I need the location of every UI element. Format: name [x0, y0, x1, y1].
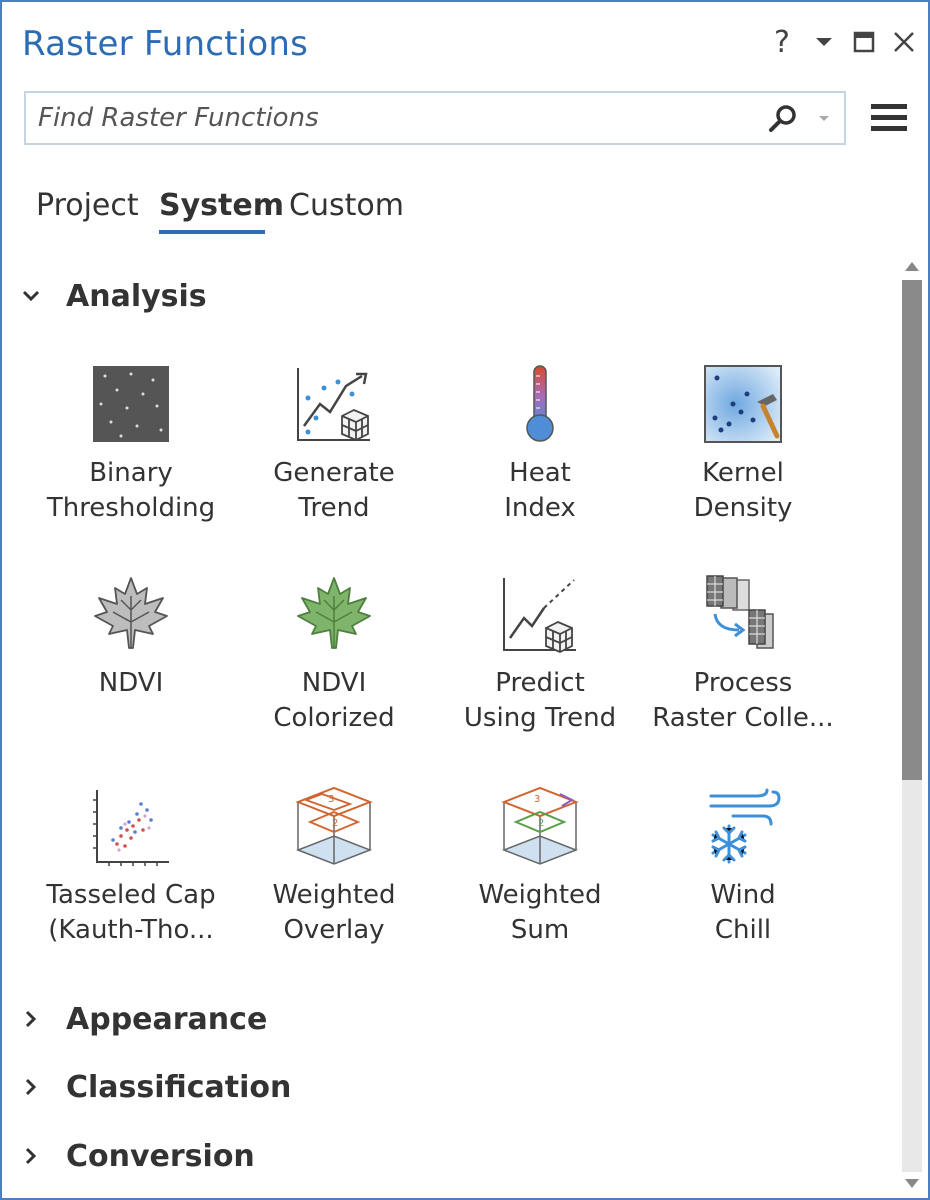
- raster-functions-pane: Raster Functions ? Project System Custom…: [0, 0, 930, 1200]
- function-label: NDVI Colorized: [273, 668, 395, 733]
- function-label: Generate Trend: [273, 458, 395, 523]
- section-appearance[interactable]: Appearance: [18, 997, 267, 1041]
- function-heat-index[interactable]: Heat Index: [440, 364, 640, 526]
- close-icon: [894, 32, 914, 52]
- active-tab-indicator: [159, 230, 265, 234]
- search-icon[interactable]: [766, 102, 800, 136]
- svg-text:3: 3: [534, 794, 540, 805]
- function-label: Kernel Density: [693, 458, 793, 523]
- function-weighted-sum[interactable]: 3 2 Weighted Sum: [440, 786, 640, 948]
- chevron-down-icon: [816, 38, 832, 46]
- function-wind-chill[interactable]: Wind Chill: [643, 786, 843, 948]
- section-analysis[interactable]: Analysis: [18, 274, 207, 318]
- svg-text:3: 3: [328, 794, 334, 805]
- scroll-thumb[interactable]: [902, 280, 922, 780]
- search-input[interactable]: [38, 101, 738, 135]
- weighted-sum-icon: 3 2: [501, 786, 579, 865]
- predict-trend-icon: [503, 578, 576, 653]
- menu-icon[interactable]: [868, 98, 910, 138]
- function-weighted-overlay[interactable]: 3 2 Weighted Overlay: [234, 786, 434, 948]
- section-label: Conversion: [66, 1138, 255, 1174]
- function-label: Binary Thresholding: [46, 458, 216, 523]
- function-generate-trend[interactable]: Generate Trend: [234, 364, 434, 526]
- scroll-down-icon[interactable]: [902, 1176, 922, 1192]
- svg-text:2: 2: [332, 818, 338, 829]
- function-ndvi[interactable]: NDVI: [31, 574, 231, 701]
- function-kernel-density[interactable]: Kernel Density: [643, 364, 843, 526]
- function-label: Weighted Sum: [478, 880, 602, 945]
- section-conversion[interactable]: Conversion: [18, 1134, 255, 1178]
- scroll-up-icon[interactable]: [902, 258, 922, 274]
- thermometer-icon: [526, 365, 554, 442]
- kernel-density-icon: [704, 365, 782, 443]
- search-options-chevron-icon[interactable]: [816, 111, 832, 127]
- generate-trend-icon: [297, 368, 370, 441]
- function-label: Tasseled Cap (Kauth-Tho...: [46, 880, 216, 945]
- function-label: Heat Index: [504, 458, 576, 523]
- function-process-raster-collection[interactable]: Process Raster Colle...: [643, 574, 843, 736]
- chevron-right-icon: [25, 1010, 37, 1028]
- weighted-overlay-icon: 3 2: [295, 786, 373, 865]
- tab-system[interactable]: System: [159, 188, 284, 223]
- binary-thresholding-icon: [93, 366, 169, 442]
- help-button[interactable]: ?: [764, 22, 800, 62]
- function-label: Predict Using Trend: [463, 668, 617, 733]
- tab-custom[interactable]: Custom: [289, 188, 404, 223]
- section-classification[interactable]: Classification: [18, 1065, 291, 1109]
- section-label: Analysis: [66, 278, 207, 314]
- function-label: NDVI: [98, 668, 164, 698]
- function-label: Process Raster Colle...: [652, 668, 834, 733]
- leaf-green-icon: [297, 577, 371, 649]
- svg-text:2: 2: [538, 818, 544, 829]
- function-ndvi-colorized[interactable]: NDVI Colorized: [234, 574, 434, 736]
- function-binary-thresholding[interactable]: Binary Thresholding: [31, 364, 231, 526]
- leaf-gray-icon: [94, 577, 168, 649]
- section-label: Classification: [66, 1069, 292, 1105]
- function-predict-using-trend[interactable]: Predict Using Trend: [440, 574, 640, 736]
- function-label: Wind Chill: [710, 880, 776, 945]
- wind-snowflake-icon: [709, 788, 781, 864]
- tab-project[interactable]: Project: [36, 188, 139, 223]
- chevron-down-icon: [22, 290, 40, 302]
- close-button[interactable]: [886, 22, 922, 62]
- chevron-right-icon: [25, 1078, 37, 1096]
- pane-title: Raster Functions: [22, 24, 308, 64]
- function-tasseled-cap[interactable]: Tasseled Cap (Kauth-Tho...: [31, 786, 231, 948]
- function-label: Weighted Overlay: [272, 880, 396, 945]
- search-box: [24, 91, 846, 145]
- vertical-scrollbar[interactable]: [898, 256, 926, 1196]
- maximize-icon: [853, 31, 875, 53]
- chevron-right-icon: [25, 1147, 37, 1165]
- maximize-button[interactable]: [846, 22, 882, 62]
- options-dropdown-button[interactable]: [806, 22, 842, 62]
- section-label: Appearance: [66, 1001, 268, 1037]
- raster-collection-icon: [706, 575, 774, 649]
- scatter-plot-icon: [93, 790, 169, 866]
- scroll-track[interactable]: [902, 280, 922, 1172]
- help-icon: ?: [774, 24, 790, 60]
